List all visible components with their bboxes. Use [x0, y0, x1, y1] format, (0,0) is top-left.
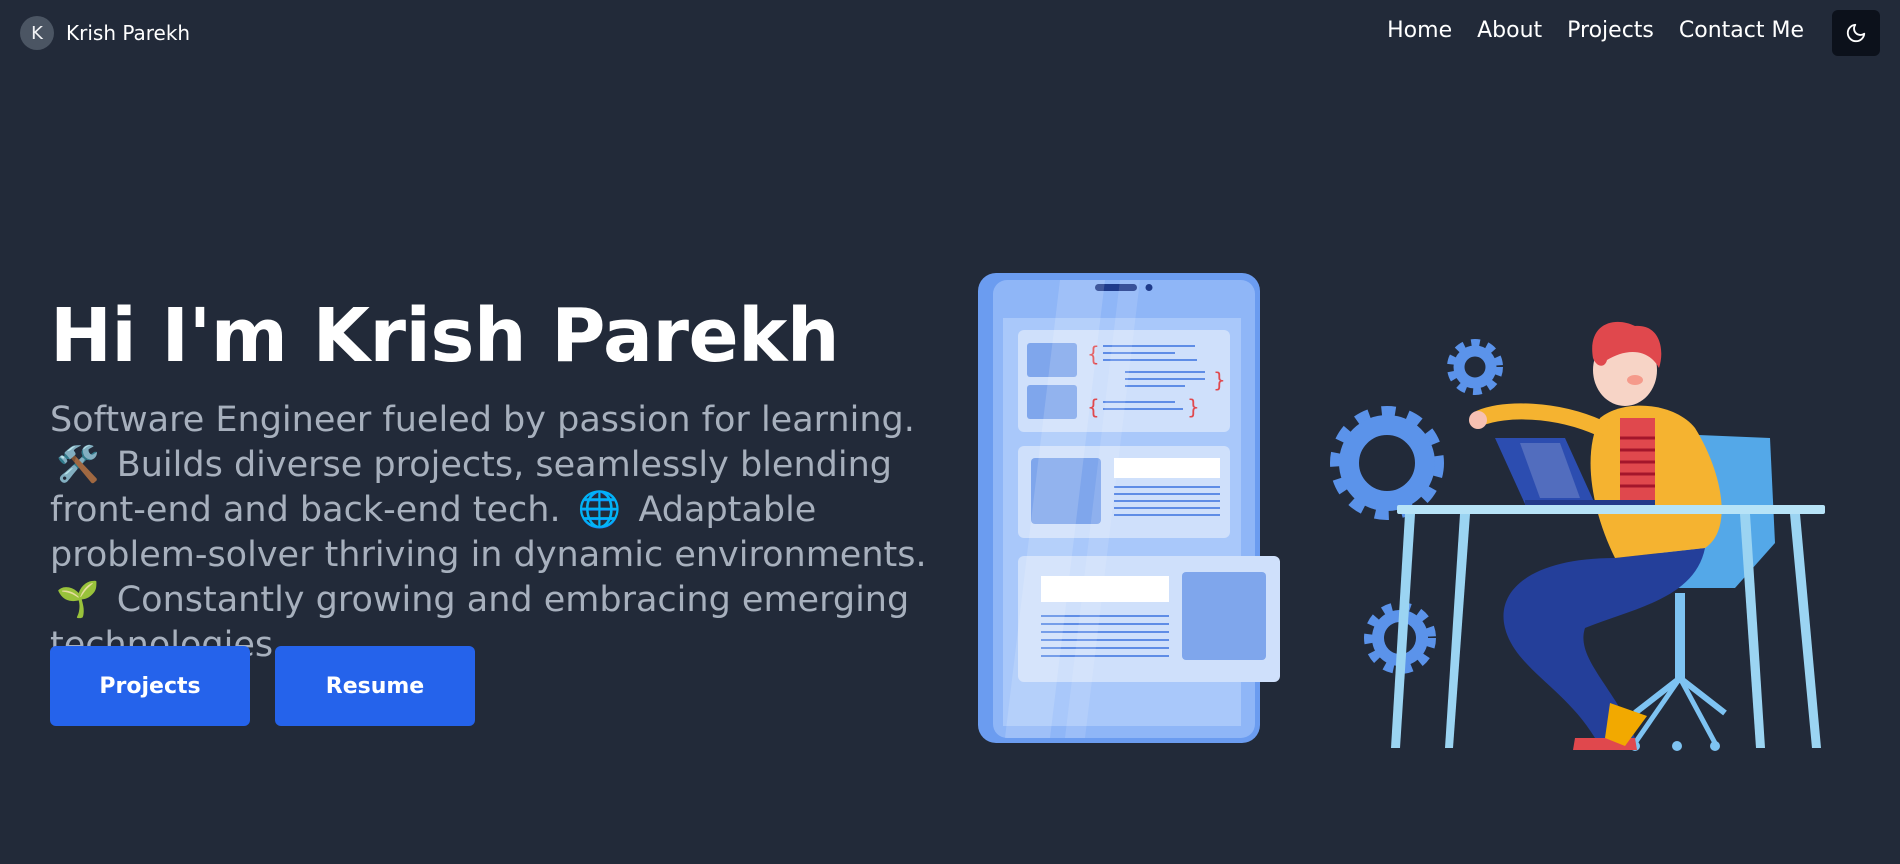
- brand-name: Krish Parekh: [66, 21, 191, 45]
- nav-link-contact[interactable]: Contact Me: [1679, 18, 1804, 43]
- hero-title: Hi I'm Krish Parekh: [50, 293, 840, 379]
- nav-links: Home About Projects Contact Me: [1387, 18, 1804, 43]
- phone-illustration: { } { }: [978, 273, 1280, 743]
- theme-toggle-button[interactable]: [1832, 10, 1880, 56]
- projects-button[interactable]: Projects: [50, 646, 250, 726]
- nav-link-projects[interactable]: Projects: [1567, 18, 1654, 43]
- moon-icon: [1846, 23, 1866, 43]
- hero-description: Software Engineer fueled by passion for …: [50, 398, 950, 668]
- seedling-emoji-icon: 🌱: [56, 580, 100, 620]
- resume-button[interactable]: Resume: [275, 646, 475, 726]
- svg-text:}: }: [1213, 368, 1226, 392]
- nav-link-home[interactable]: Home: [1387, 18, 1452, 43]
- globe-emoji-icon: 🌐: [577, 490, 622, 530]
- nav-link-about[interactable]: About: [1477, 18, 1542, 43]
- navbar: K Krish Parekh Home About Projects Conta…: [0, 0, 1900, 66]
- hero-illustration: { } { }: [978, 273, 1825, 751]
- svg-text:}: }: [1187, 395, 1200, 419]
- avatar: K: [20, 16, 54, 50]
- brand-link[interactable]: K Krish Parekh: [20, 16, 190, 50]
- hero-desc-part-1: Software Engineer fueled by passion for …: [50, 400, 915, 440]
- hero-buttons: Projects Resume: [50, 646, 475, 726]
- tools-emoji-icon: 🛠️: [56, 445, 100, 485]
